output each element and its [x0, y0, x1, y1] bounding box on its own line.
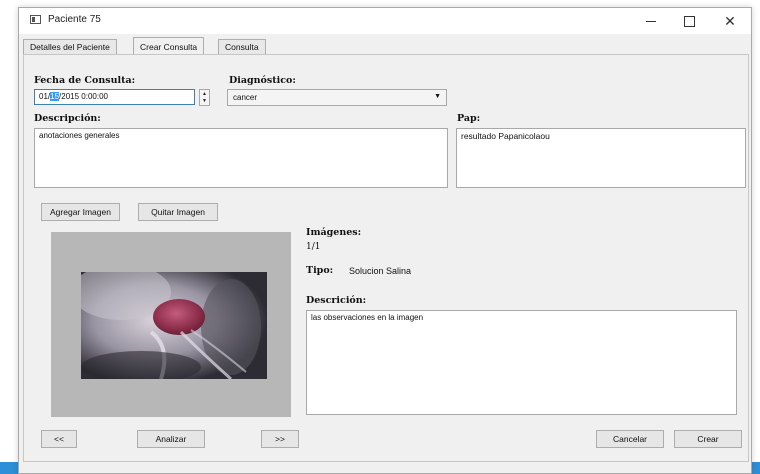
maximize-button[interactable]	[674, 11, 704, 31]
tipo-label: Tipo:	[306, 265, 334, 276]
fecha-rest: /2015 0:00:00	[59, 92, 108, 101]
close-button[interactable]: ✕	[715, 11, 745, 31]
patient-window: Paciente 75 ✕ Detalles del Paciente Crea…	[18, 7, 752, 474]
diagnostico-value: cancer	[233, 93, 258, 102]
pap-label: Pap:	[457, 113, 481, 124]
colposcopy-image	[81, 272, 267, 379]
crear-button[interactable]: Crear	[674, 430, 742, 448]
app-window-icon	[30, 15, 41, 24]
fecha-month: 01/	[39, 92, 51, 101]
spin-up-icon[interactable]: ▲	[202, 92, 207, 97]
tab-consulta[interactable]: Consulta	[218, 39, 266, 54]
agregar-imagen-button[interactable]: Agregar Imagen	[41, 203, 120, 221]
tab-detalles-paciente[interactable]: Detalles del Paciente	[23, 39, 117, 54]
diagnostico-select[interactable]: cancer ▼	[227, 89, 447, 106]
analizar-button[interactable]: Analizar	[137, 430, 205, 448]
descripcion-textarea[interactable]: anotaciones generales	[34, 128, 448, 188]
descripcion-label: Descripción:	[34, 113, 101, 124]
descricion-textarea[interactable]: las observaciones en la imagen	[306, 310, 737, 415]
prev-image-button[interactable]: <<	[41, 430, 77, 448]
cancelar-button[interactable]: Cancelar	[596, 430, 664, 448]
next-image-button[interactable]: >>	[261, 430, 299, 448]
fecha-label: Fecha de Consulta:	[34, 75, 136, 86]
imagenes-label: Imágenes:	[306, 227, 362, 238]
spin-down-icon[interactable]: ▼	[202, 99, 207, 104]
diagnostico-label: Diagnóstico:	[229, 75, 296, 86]
fecha-spinner[interactable]: ▲ ▼	[199, 89, 210, 106]
pap-textarea[interactable]: resultado Papanicolaou	[456, 128, 746, 188]
quitar-imagen-button[interactable]: Quitar Imagen	[138, 203, 218, 221]
tab-crear-consulta[interactable]: Crear Consulta	[133, 37, 205, 55]
crear-consulta-panel: Fecha de Consulta: 01/15/2015 0:00:00 ▲ …	[23, 54, 749, 462]
fecha-day-selected: 15	[50, 92, 60, 101]
fecha-input[interactable]: 01/15/2015 0:00:00	[34, 89, 195, 105]
title-bar: Paciente 75 ✕	[19, 8, 751, 34]
image-preview-frame	[51, 232, 291, 417]
chevron-down-icon: ▼	[434, 93, 441, 100]
window-title: Paciente 75	[48, 14, 101, 25]
tipo-value: Solucion Salina	[349, 266, 412, 276]
minimize-button[interactable]	[636, 11, 666, 31]
image-preview[interactable]	[81, 272, 267, 379]
descricion-label: Descrición:	[306, 295, 367, 306]
imagenes-count: 1/1	[306, 242, 321, 252]
